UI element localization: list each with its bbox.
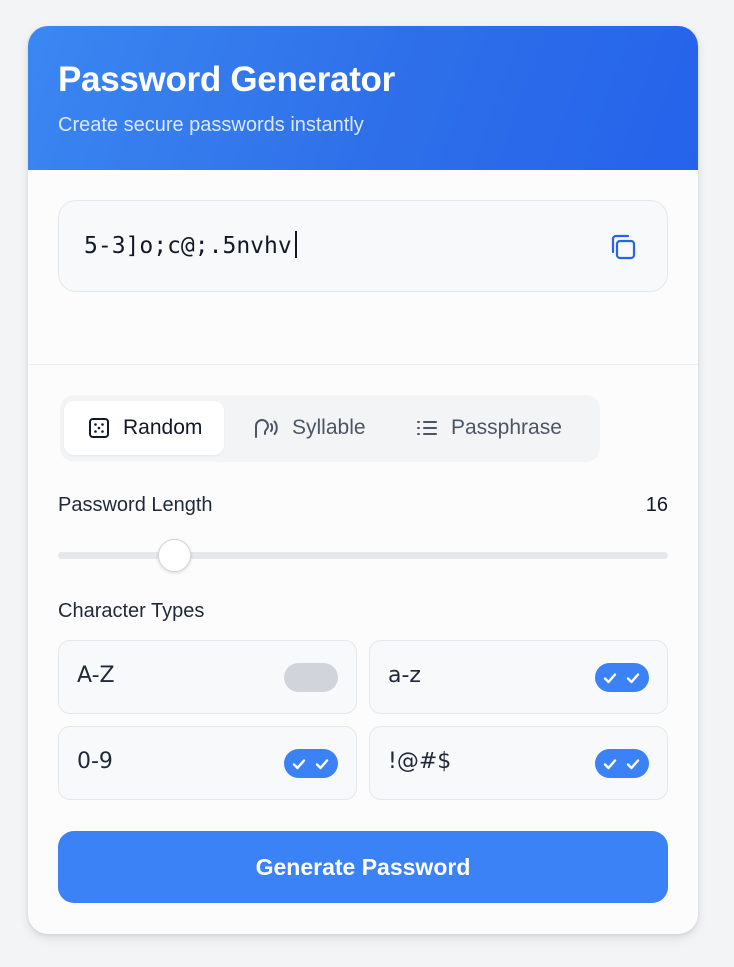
tab-random[interactable]: Random: [64, 401, 225, 455]
char-type-label: 0-9: [77, 749, 113, 774]
generate-password-button[interactable]: Generate Password: [58, 831, 668, 903]
tab-passphrase[interactable]: Passphrase: [416, 401, 562, 455]
password-length-value: 16: [645, 494, 668, 516]
list-icon: [417, 421, 437, 435]
section-divider: [28, 364, 698, 365]
char-type-label: A-Z: [77, 663, 115, 688]
page-title: Password Generator: [58, 60, 395, 99]
tab-random-label: Random: [123, 416, 203, 439]
mode-tabs: Random Syllable Passphrase: [60, 395, 600, 462]
numbers-toggle[interactable]: [284, 749, 338, 778]
speech-icon: [255, 419, 278, 438]
symbols-toggle[interactable]: [595, 749, 649, 778]
char-type-symbols[interactable]: !@#$: [369, 726, 668, 800]
tab-syllable-label: Syllable: [292, 416, 366, 439]
check-icon: [292, 759, 306, 770]
uppercase-toggle[interactable]: [284, 663, 338, 692]
slider-thumb[interactable]: [157, 539, 191, 572]
password-generator-card: Password Generator Create secure passwor…: [28, 26, 698, 934]
check-icon: [315, 759, 329, 770]
check-icon: [603, 759, 617, 770]
dice-icon: [89, 418, 109, 438]
check-icon: [626, 759, 640, 770]
copy-button[interactable]: [607, 231, 639, 263]
tab-syllable[interactable]: Syllable: [253, 401, 366, 455]
char-type-uppercase[interactable]: A-Z: [58, 640, 357, 714]
password-output-text[interactable]: 5-3]o;c@;.5nvhv: [84, 231, 297, 261]
char-type-lowercase[interactable]: a-z: [369, 640, 668, 714]
password-length-label: Password Length: [58, 494, 213, 516]
char-type-label: a-z: [388, 663, 421, 688]
char-type-label: !@#$: [388, 749, 452, 774]
password-value: 5-3]o;c@;.5nvhv: [84, 233, 292, 259]
header: Password Generator Create secure passwor…: [28, 26, 698, 170]
char-type-numbers[interactable]: 0-9: [58, 726, 357, 800]
tab-passphrase-label: Passphrase: [451, 416, 562, 439]
copy-icon: [611, 234, 636, 260]
text-caret: [294, 231, 297, 258]
page-subtitle: Create secure passwords instantly: [58, 114, 364, 136]
character-types-label: Character Types: [58, 600, 205, 622]
check-icon: [626, 673, 640, 684]
password-length-slider[interactable]: [58, 539, 668, 572]
check-icon: [603, 673, 617, 684]
password-output[interactable]: 5-3]o;c@;.5nvhv: [58, 200, 668, 292]
lowercase-toggle[interactable]: [595, 663, 649, 692]
